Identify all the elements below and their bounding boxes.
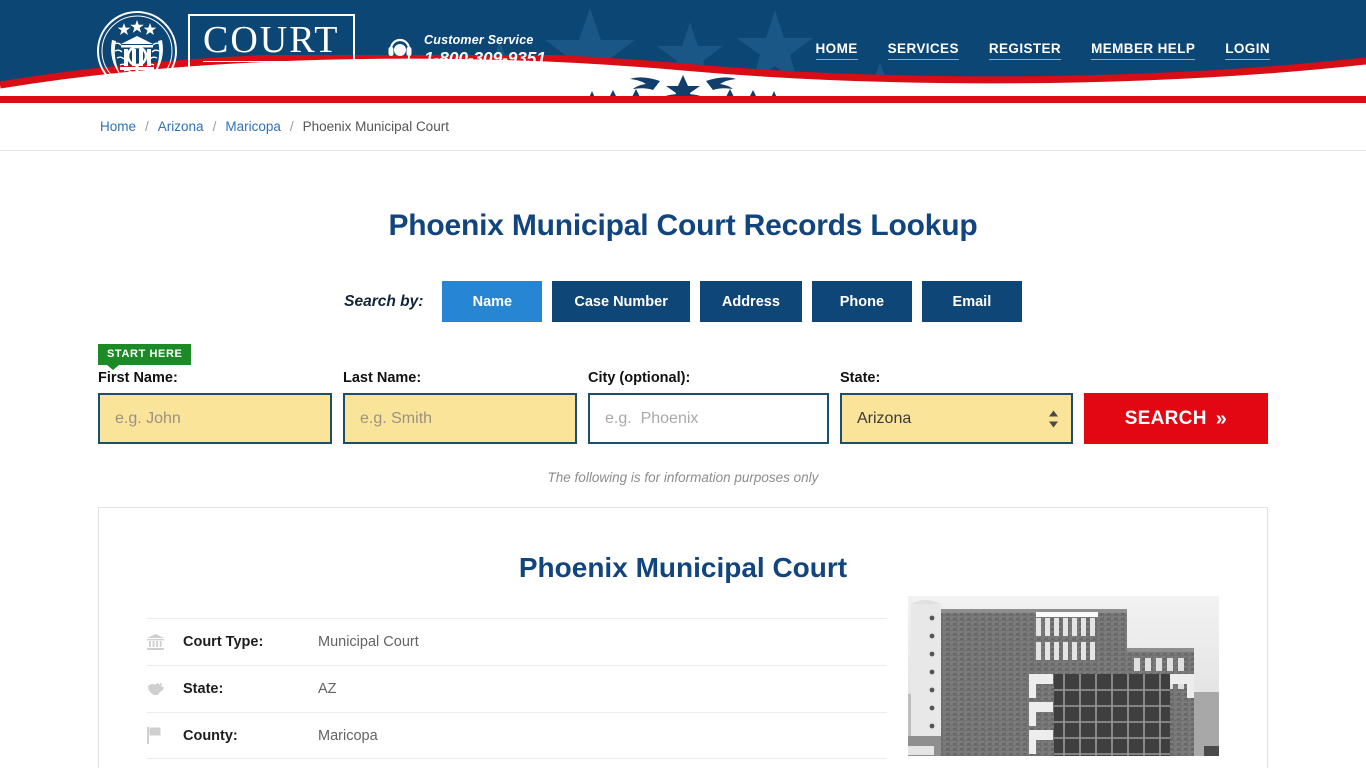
bank-building-icon <box>147 634 183 650</box>
customer-service-block[interactable]: Customer Service 1-800-309-9351 <box>385 33 546 68</box>
tab-name[interactable]: Name <box>442 281 543 322</box>
tab-phone[interactable]: Phone <box>811 281 912 322</box>
customer-service-phone[interactable]: 1-800-309-9351 <box>424 48 546 68</box>
usa-map-icon <box>147 682 183 696</box>
court-name-heading: Phoenix Municipal Court <box>518 552 848 583</box>
breadcrumb-separator: / <box>212 119 217 134</box>
customer-service-label: Customer Service <box>424 33 534 47</box>
disclaimer-text: The following is for information purpose… <box>547 470 819 485</box>
flag-icon <box>147 727 183 744</box>
double-chevron-right-icon: » <box>1215 407 1228 430</box>
court-info-card: Phoenix Municipal Court Court Type: Muni… <box>98 507 1268 768</box>
courthouse-building-photo <box>908 596 1219 756</box>
state-select[interactable]: Arizona <box>840 393 1073 444</box>
city-label: City (optional): <box>588 370 691 386</box>
detail-value-county: Maricopa <box>318 727 378 744</box>
city-field-group: City (optional): <box>588 370 829 444</box>
search-button[interactable]: SEARCH » <box>1083 393 1268 444</box>
breadcrumb-item-home[interactable]: Home <box>100 119 136 134</box>
detail-label-court-type: Court Type: <box>183 634 264 650</box>
tab-email[interactable]: Email <box>921 281 1022 322</box>
detail-label-state: State: <box>183 681 224 697</box>
detail-row-state: State: AZ <box>147 665 888 712</box>
search-by-label: Search by: <box>344 292 424 310</box>
detail-row-court-type: Court Type: Municipal Court <box>147 618 888 665</box>
city-input[interactable] <box>588 393 829 444</box>
first-name-input[interactable] <box>98 393 332 444</box>
detail-row-county: County: Maricopa <box>147 712 888 759</box>
start-here-badge: START HERE <box>98 344 192 370</box>
headset-support-icon <box>388 38 412 67</box>
site-header: COURT CASE FINDER Customer Service 1-800… <box>0 0 1366 103</box>
state-label: State: <box>840 370 881 386</box>
breadcrumb-item-maricopa[interactable]: Maricopa <box>225 119 281 134</box>
logo-wordmark: COURT CASE FINDER <box>188 14 355 88</box>
search-button-label: SEARCH <box>1124 407 1207 429</box>
site-logo[interactable]: COURT CASE FINDER <box>96 10 355 92</box>
state-field-group: State: Arizona <box>840 370 1073 444</box>
nav-item-register[interactable]: REGISTER <box>988 41 1062 60</box>
last-name-label: Last Name: <box>343 370 422 386</box>
detail-value-state: AZ <box>318 681 337 697</box>
breadcrumb-item-arizona[interactable]: Arizona <box>158 119 204 134</box>
logo-title: COURT <box>203 19 340 62</box>
last-name-input[interactable] <box>343 393 577 444</box>
first-name-label: First Name: <box>98 370 178 386</box>
logo-subtitle: CASE FINDER <box>213 66 334 78</box>
breadcrumb-separator: / <box>145 119 149 134</box>
last-name-field-group: Last Name: <box>343 370 577 444</box>
detail-label-county: County: <box>183 727 238 744</box>
tab-address[interactable]: Address <box>699 281 802 322</box>
search-by-tabs: Search by: Name Case Number Address Phon… <box>0 281 1366 322</box>
court-details-list: Court Type: Municipal Court State: AZ Co… <box>147 618 888 759</box>
first-name-field-group: First Name: <box>98 370 332 444</box>
breadcrumb: Home / Arizona / Maricopa / Phoenix Muni… <box>0 103 1366 151</box>
nav-item-home[interactable]: HOME <box>815 41 858 60</box>
detail-value-court-type: Municipal Court <box>318 634 419 650</box>
nav-item-member-help[interactable]: MEMBER HELP <box>1091 41 1196 60</box>
breadcrumb-item-current: Phoenix Municipal Court <box>302 119 449 134</box>
breadcrumb-separator: / <box>289 119 294 134</box>
tab-case-number[interactable]: Case Number <box>552 281 690 322</box>
main-navigation: HOME SERVICES REGISTER MEMBER HELP LOGIN <box>815 41 1270 60</box>
header-red-bar <box>0 96 1366 103</box>
page-title: Phoenix Municipal Court Records Lookup <box>388 209 978 242</box>
nav-item-services[interactable]: SERVICES <box>887 41 959 60</box>
court-seal-icon <box>97 11 177 91</box>
search-form: START HERE First Name: Last Name: City (… <box>0 344 1366 444</box>
nav-item-login[interactable]: LOGIN <box>1225 41 1270 60</box>
